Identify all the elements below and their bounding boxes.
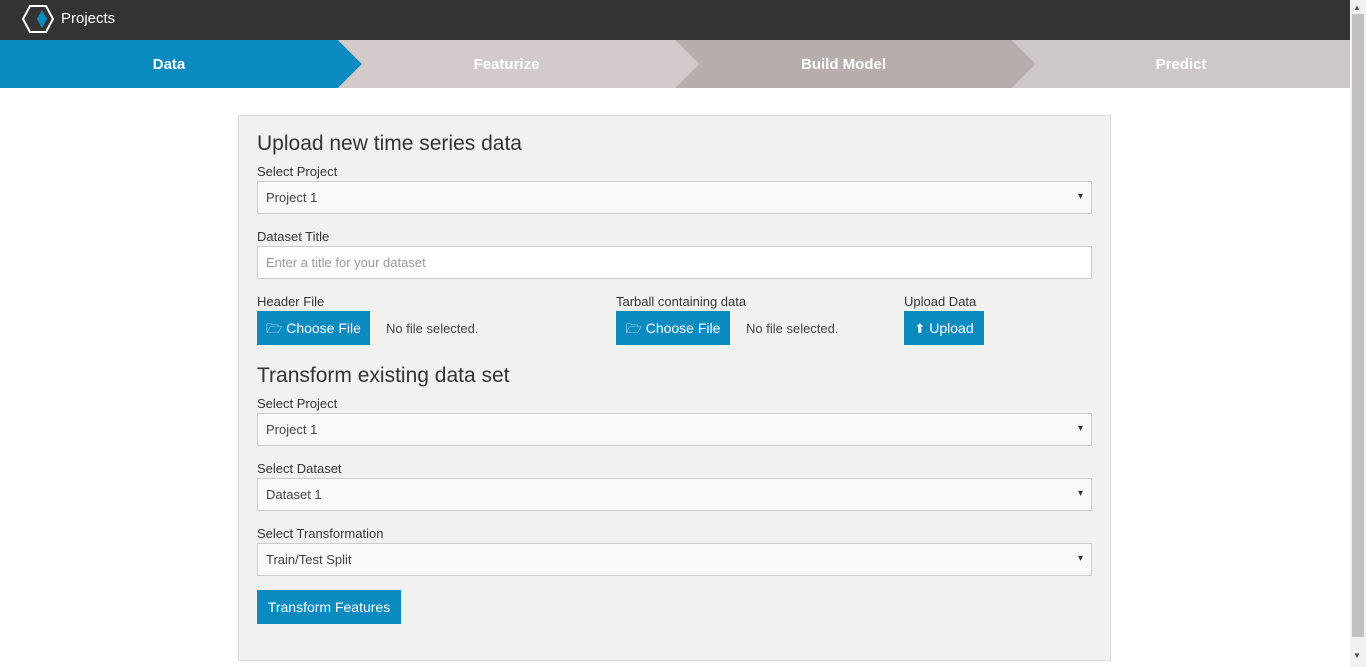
transform-project-label: Select Project <box>257 396 338 411</box>
step-build-model-label: Build Model <box>801 56 886 73</box>
header-file-status: No file selected. <box>386 321 479 336</box>
select-caret-icon: ▾ <box>1077 191 1083 202</box>
upload-project-value: Project 1 <box>266 190 318 205</box>
upload-project-label: Select Project <box>257 164 338 179</box>
step-featurize[interactable]: Featurize <box>338 40 699 88</box>
scrollbar-thumb[interactable] <box>1352 14 1364 637</box>
header-file-choose-button[interactable]: 🗁 Choose File <box>257 311 370 345</box>
transform-project-select[interactable]: Project 1 ▾ <box>257 413 1092 446</box>
upload-button[interactable]: ⬆ Upload <box>904 311 984 345</box>
transformation-select-value: Train/Test Split <box>266 552 352 567</box>
scroll-down-arrow-icon[interactable]: ▼ <box>1353 651 1361 660</box>
transform-features-label: Transform Features <box>267 599 391 615</box>
upload-icon: ⬆ <box>914 321 926 336</box>
select-caret-icon: ▾ <box>1077 423 1083 434</box>
app-title[interactable]: Projects <box>61 10 115 27</box>
step-data[interactable]: Data <box>0 40 362 88</box>
transform-heading: Transform existing data set <box>257 364 510 387</box>
step-predict-label: Predict <box>1155 56 1207 73</box>
transform-features-button[interactable]: Transform Features <box>257 590 401 624</box>
header-file-label: Header File <box>257 294 325 309</box>
upload-button-label: Upload <box>929 320 974 336</box>
upload-project-select[interactable]: Project 1 ▾ <box>257 181 1092 214</box>
top-bar: Projects <box>0 0 1350 40</box>
select-caret-icon: ▾ <box>1077 553 1083 564</box>
dataset-title-input[interactable] <box>257 246 1092 279</box>
step-build-model[interactable]: Build Model <box>675 40 1036 88</box>
tarball-status: No file selected. <box>746 321 839 336</box>
transform-project-value: Project 1 <box>266 422 318 437</box>
folder-open-icon: 🗁 <box>625 321 642 336</box>
folder-open-icon: 🗁 <box>266 321 283 336</box>
select-caret-icon: ▾ <box>1077 488 1083 499</box>
main-panel: Upload new time series data Select Proje… <box>238 115 1111 661</box>
step-predict[interactable]: Predict <box>1012 40 1350 88</box>
transformation-select[interactable]: Train/Test Split ▾ <box>257 543 1092 576</box>
transformation-select-label: Select Transformation <box>257 526 384 541</box>
upload-data-label: Upload Data <box>904 294 977 309</box>
step-navigation: Data Featurize Build Model Predict <box>0 40 1350 88</box>
dataset-select[interactable]: Dataset 1 ▾ <box>257 478 1092 511</box>
upload-heading: Upload new time series data <box>257 132 522 155</box>
step-data-label: Data <box>152 56 186 73</box>
step-featurize-label: Featurize <box>473 56 540 73</box>
dataset-select-value: Dataset 1 <box>266 487 322 502</box>
scroll-up-arrow-icon[interactable]: ▲ <box>1353 3 1361 12</box>
tarball-choose-button[interactable]: 🗁 Choose File <box>616 311 730 345</box>
dataset-title-label: Dataset Title <box>257 229 330 244</box>
tarball-choose-label: Choose File <box>645 320 721 336</box>
dataset-select-label: Select Dataset <box>257 461 342 476</box>
hexagon-logo-icon[interactable] <box>22 5 54 33</box>
header-file-choose-label: Choose File <box>286 320 361 336</box>
tarball-label: Tarball containing data <box>616 294 747 309</box>
